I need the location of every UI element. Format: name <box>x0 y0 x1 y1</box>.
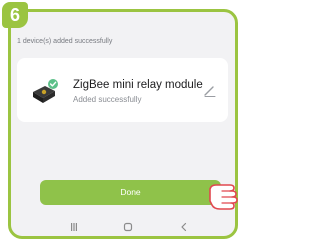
step-number-badge: 6 <box>2 2 28 28</box>
system-nav-bar <box>8 215 238 235</box>
relay-module-icon <box>33 79 58 103</box>
device-name: ZigBee mini relay module <box>73 79 203 91</box>
done-button[interactable]: Done <box>40 180 221 205</box>
recents-icon[interactable] <box>68 221 80 233</box>
back-icon[interactable] <box>178 221 190 233</box>
device-card[interactable]: ZigBee mini relay module Added successfu… <box>17 58 228 122</box>
devices-added-status: 1 device(s) added successfully <box>17 38 113 45</box>
device-status: Added successfully <box>73 95 142 104</box>
pointing-hand-icon <box>209 184 238 210</box>
home-icon[interactable] <box>122 221 134 233</box>
edit-icon[interactable] <box>203 84 217 98</box>
